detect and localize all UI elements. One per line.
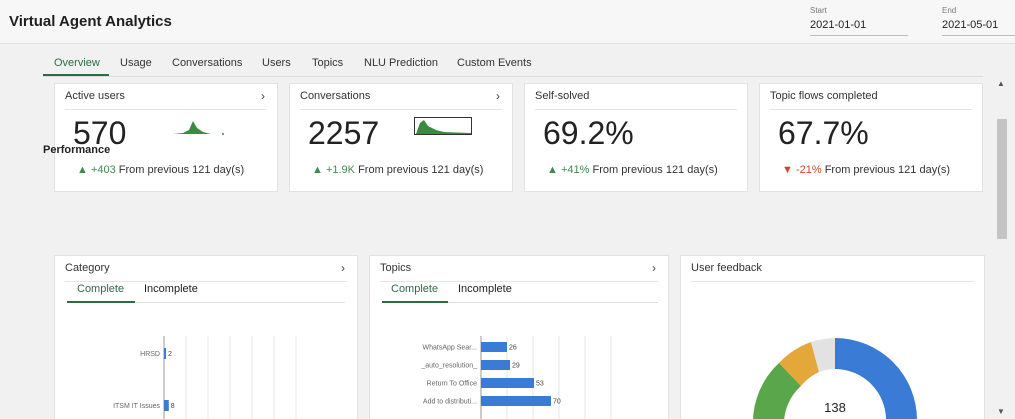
feedback-card-header: User feedback	[691, 262, 974, 282]
chevron-right-icon[interactable]: ›	[496, 89, 500, 103]
bar-label: _auto_resolution_	[420, 363, 477, 370]
bar-value: 70	[553, 399, 561, 406]
kpi-delta-value: -21%	[795, 164, 822, 176]
chevron-right-icon[interactable]: ›	[261, 89, 265, 103]
tab-custom-events[interactable]: Custom Events	[457, 57, 532, 69]
kpi-delta: ▲ +1.9K From previous 121 day(s)	[312, 164, 483, 176]
kpi-title: Self-solved	[535, 90, 590, 102]
kpi-card-active-users[interactable]: Active users › 570 ▲ +403 From previous …	[54, 83, 278, 192]
bar-value: 2	[168, 351, 172, 358]
kpi-delta-period: From previous 121 day(s)	[358, 164, 484, 176]
app-title: Virtual Agent Analytics	[9, 13, 172, 30]
bar-label: HRSD	[140, 351, 160, 358]
kpi-delta-value: +1.9K	[325, 164, 356, 176]
subtab-indicator	[67, 301, 135, 303]
kpi-card-header: Self-solved	[535, 90, 737, 110]
subtab-incomplete[interactable]: Incomplete	[458, 283, 512, 295]
bar[interactable]	[164, 400, 169, 411]
bar[interactable]	[481, 396, 551, 406]
tab-conversations[interactable]: Conversations	[172, 57, 242, 69]
scroll-thumb[interactable]	[997, 119, 1007, 239]
arrow-up-icon: ▲	[312, 164, 323, 176]
start-date-label: Start	[810, 6, 827, 15]
end-date-field[interactable]: End 2021-05-01	[942, 6, 1015, 36]
kpi-value: 2257	[308, 115, 380, 151]
bar-value: 26	[509, 345, 517, 352]
subtab-divider	[448, 302, 658, 303]
topics-card-header: Topics ›	[380, 261, 658, 282]
kpi-delta-period: From previous 121 day(s)	[118, 164, 245, 176]
tab-topics[interactable]: Topics	[312, 57, 343, 69]
bar-value: 53	[536, 381, 544, 388]
page-scrollbar[interactable]: ▲ ▼	[995, 77, 1009, 419]
bar[interactable]	[164, 348, 166, 359]
kpi-value: 67.7%	[778, 115, 869, 151]
user-feedback-card: User feedback 138	[680, 255, 985, 419]
bar-label: Add to distributi...	[423, 399, 477, 406]
bar-label: WhatsApp Sear...	[423, 345, 478, 352]
kpi-delta-period: From previous 121 day(s)	[592, 164, 718, 176]
bar-label: Return To Office	[427, 381, 477, 388]
topics-card: Topics › Complete Incomplete WhatsApp Se…	[369, 255, 669, 419]
subtab-divider	[135, 302, 345, 303]
tab-nlu-prediction[interactable]: NLU Prediction	[364, 57, 438, 69]
sparkline-icon	[173, 121, 225, 135]
arrow-down-icon: ▼	[782, 164, 793, 176]
kpi-card-topic-flows-completed[interactable]: Topic flows completed 67.7% ▼ -21% From …	[759, 83, 983, 192]
subtab-incomplete[interactable]: Incomplete	[144, 283, 198, 295]
end-date-label: End	[942, 6, 957, 15]
start-date-input[interactable]: 2021-01-01	[810, 19, 908, 36]
category-bar-chart: HRSD 2 ITSM IT Issues 8	[113, 336, 297, 419]
kpi-delta: ▼ -21% From previous 121 day(s)	[782, 164, 950, 176]
end-date-input[interactable]: 2021-05-01	[942, 19, 1015, 36]
feedback-title: User feedback	[691, 262, 762, 274]
kpi-card-header: Conversations ›	[300, 89, 502, 110]
subtab-complete[interactable]: Complete	[77, 283, 124, 295]
chevron-right-icon[interactable]: ›	[341, 261, 345, 275]
kpi-title: Topic flows completed	[770, 90, 878, 102]
subtab-complete[interactable]: Complete	[391, 283, 438, 295]
kpi-delta-value: +41%	[560, 164, 590, 176]
category-card: Category › Complete Incomplete HRSD 2 ITSM…	[54, 255, 358, 419]
category-card-header: Category ›	[65, 261, 347, 282]
bar-label: ITSM IT Issues	[113, 403, 160, 410]
kpi-card-conversations[interactable]: Conversations › 2257 ▲ +1.9K From previo…	[289, 83, 513, 192]
donut-segment-blue	[835, 338, 917, 419]
bar-value: 29	[512, 363, 520, 370]
kpi-card-header: Topic flows completed	[770, 90, 972, 110]
sparkline-icon	[414, 117, 472, 135]
kpi-title: Active users	[65, 90, 125, 102]
bar-value: 8	[171, 403, 175, 410]
kpi-delta-value: +403	[90, 164, 116, 176]
topics-title: Topics	[380, 262, 412, 274]
tab-users[interactable]: Users	[262, 57, 291, 69]
feedback-donut-chart: 138	[753, 338, 917, 419]
bar[interactable]	[481, 342, 507, 352]
arrow-up-icon: ▲	[547, 164, 558, 176]
topics-bar-chart: WhatsApp Sear... 26 _auto_resolution_ 29 Ret…	[420, 336, 612, 419]
app-header: Virtual Agent Analytics Start 2021-01-01…	[0, 0, 1015, 44]
subtab-indicator	[382, 301, 448, 303]
kpi-delta: ▲ +41% From previous 121 day(s)	[547, 164, 718, 176]
bar[interactable]	[481, 360, 510, 370]
kpi-title: Conversations	[300, 90, 371, 102]
bar[interactable]	[481, 378, 534, 388]
category-title: Category	[65, 262, 110, 274]
tab-usage[interactable]: Usage	[120, 57, 152, 69]
kpi-card-self-solved[interactable]: Self-solved 69.2% ▲ +41% From previous 1…	[524, 83, 748, 192]
scroll-up-icon[interactable]: ▲	[997, 79, 1005, 88]
scroll-down-icon[interactable]: ▼	[997, 407, 1005, 416]
chevron-right-icon[interactable]: ›	[652, 261, 656, 275]
kpi-card-header: Active users ›	[65, 89, 267, 110]
arrow-up-icon: ▲	[77, 164, 88, 176]
start-date-field[interactable]: Start 2021-01-01	[810, 6, 908, 36]
donut-center-value: 138	[824, 400, 846, 415]
tabs-divider	[43, 76, 983, 77]
kpi-delta-period: From previous 121 day(s)	[824, 164, 951, 176]
chart-gridlines	[163, 336, 297, 419]
tab-overview[interactable]: Overview	[54, 57, 100, 69]
section-title-performance: Performance	[43, 144, 111, 156]
kpi-delta: ▲ +403 From previous 121 day(s)	[77, 164, 244, 176]
kpi-value: 69.2%	[543, 115, 634, 151]
